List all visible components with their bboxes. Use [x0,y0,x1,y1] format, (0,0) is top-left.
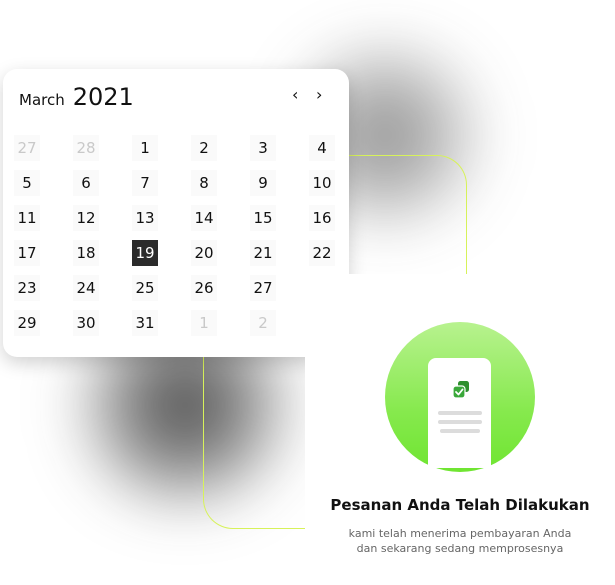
placeholder-line [440,429,480,433]
calendar-day[interactable]: 12 [73,205,99,231]
calendar-day[interactable]: 26 [191,275,217,301]
copy-check-icon [452,381,469,399]
calendar-day[interactable]: 21 [250,240,276,266]
calendar-day[interactable]: 27 [250,275,276,301]
calendar-day[interactable]: 8 [191,170,217,196]
order-subtitle-line-2: dan sekarang sedang memprosesnya [356,542,564,555]
calendar-header: March 2021 [19,83,134,111]
calendar-day[interactable]: 28 [73,135,99,161]
calendar-day[interactable]: 31 [132,310,158,336]
calendar-day[interactable]: 10 [309,170,335,196]
placeholder-line [438,420,482,424]
calendar-day-selected[interactable]: 19 [132,240,158,266]
calendar-day[interactable]: 20 [191,240,217,266]
chevron-left-icon[interactable]: ‹ [292,85,298,104]
calendar-day[interactable]: 29 [14,310,40,336]
calendar-day[interactable]: 13 [132,205,158,231]
calendar-day[interactable]: 1 [132,135,158,161]
order-title: Pesanan Anda Telah Dilakukan [330,496,590,514]
calendar-day[interactable]: 9 [250,170,276,196]
calendar-day[interactable]: 23 [14,275,40,301]
calendar-day[interactable]: 7 [132,170,158,196]
calendar-day[interactable]: 15 [250,205,276,231]
chevron-right-icon[interactable]: › [316,85,322,104]
order-subtitle-line-1: kami telah menerima pembayaran Anda [348,527,572,540]
calendar-day[interactable]: 16 [309,205,335,231]
month-label: March [19,91,65,109]
calendar-day[interactable]: 24 [73,275,99,301]
order-subtitle: kami telah menerima pembayaran Anda dan … [305,526,615,556]
calendar-day[interactable]: 27 [14,135,40,161]
calendar-day[interactable]: 30 [73,310,99,336]
calendar-day[interactable]: 2 [191,135,217,161]
year-label: 2021 [72,83,134,111]
calendar-day[interactable]: 17 [14,240,40,266]
calendar-day[interactable]: 18 [73,240,99,266]
calendar-day[interactable]: 11 [14,205,40,231]
calendar-day[interactable]: 22 [309,240,335,266]
calendar-day[interactable]: 3 [250,135,276,161]
placeholder-line [438,411,482,415]
calendar-day[interactable]: 1 [191,310,217,336]
calendar-day[interactable]: 14 [191,205,217,231]
calendar-day[interactable]: 4 [309,135,335,161]
calendar-grid: 27 28 1 2 3 4 5 6 7 8 9 10 11 12 13 14 15 16 17 18 19 20 21 22 2… [14,135,344,345]
calendar-day[interactable]: 6 [73,170,99,196]
calendar-day[interactable]: 2 [250,310,276,336]
calendar-day[interactable]: 5 [14,170,40,196]
calendar-day[interactable]: 25 [132,275,158,301]
